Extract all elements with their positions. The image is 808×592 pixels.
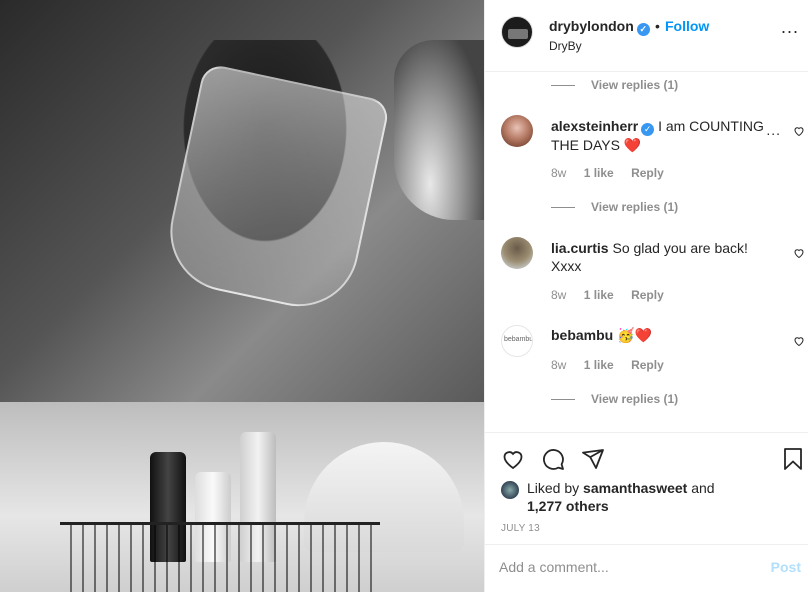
verified-icon: ✓ bbox=[636, 23, 650, 36]
comment-time[interactable]: 8w bbox=[551, 166, 566, 180]
liked-user-link[interactable]: samanthasweet bbox=[583, 480, 687, 496]
replies-line bbox=[551, 85, 575, 87]
heart-emoji: ❤️ bbox=[623, 137, 642, 153]
header-username[interactable]: drybylondon ✓ bbox=[549, 18, 650, 36]
liked-by: Liked by samanthasweet and 1,277 others bbox=[501, 479, 741, 515]
post-header: drybylondon ✓ • Follow DryBy ... bbox=[485, 0, 808, 72]
verified-icon: ✓ bbox=[641, 123, 655, 136]
comment-likes[interactable]: 1 like bbox=[584, 358, 614, 372]
comment-time[interactable]: 8w bbox=[551, 358, 566, 372]
comment-time[interactable]: 8w bbox=[551, 288, 566, 302]
reply-button[interactable]: Reply bbox=[631, 358, 664, 372]
avatar[interactable]: bebambu bbox=[501, 325, 533, 357]
comment-username[interactable]: bebambu bbox=[551, 327, 613, 343]
heart-icon[interactable] bbox=[793, 335, 805, 347]
emoji-text: 🥳❤️ bbox=[617, 327, 652, 343]
view-replies-label: View replies (1) bbox=[591, 78, 679, 92]
comment-input[interactable] bbox=[499, 559, 759, 575]
post-button[interactable]: Post bbox=[771, 559, 801, 575]
avatar[interactable] bbox=[501, 115, 533, 147]
follow-button[interactable]: Follow bbox=[665, 18, 709, 34]
view-replies-button[interactable]: View replies (1) bbox=[551, 200, 678, 214]
comment-likes[interactable]: 1 like bbox=[584, 166, 614, 180]
reply-button[interactable]: Reply bbox=[631, 166, 664, 180]
header-subtitle[interactable]: DryBy bbox=[549, 39, 582, 53]
post-photo[interactable] bbox=[0, 0, 484, 592]
view-replies-button[interactable]: View replies (1) bbox=[551, 78, 678, 92]
comment-meta: 8w 1 like Reply bbox=[551, 358, 678, 372]
liked-others-link[interactable]: 1,277 others bbox=[527, 498, 609, 514]
comments-list: View replies (1) alexsteinherr ✓ I am COU… bbox=[485, 72, 808, 432]
comment-username[interactable]: alexsteinherr bbox=[551, 118, 638, 134]
heart-icon[interactable] bbox=[793, 125, 805, 137]
view-replies-label: View replies (1) bbox=[591, 392, 679, 406]
avatar[interactable] bbox=[501, 237, 533, 269]
comment-meta: 8w 1 like Reply bbox=[551, 166, 678, 180]
comment-more-icon[interactable]: ... bbox=[766, 122, 781, 138]
comment-username[interactable]: lia.curtis bbox=[551, 240, 609, 256]
post-sidebar: drybylondon ✓ • Follow DryBy ... View rep… bbox=[484, 0, 808, 592]
view-replies-button[interactable]: View replies (1) bbox=[551, 392, 678, 406]
comment-likes[interactable]: 1 like bbox=[584, 288, 614, 302]
heart-icon[interactable] bbox=[501, 447, 525, 471]
bookmark-icon[interactable] bbox=[781, 447, 805, 471]
post-date[interactable]: JULY 13 bbox=[501, 523, 540, 534]
photo-lamp bbox=[394, 40, 484, 220]
comment-icon[interactable] bbox=[541, 447, 565, 471]
username-text[interactable]: drybylondon bbox=[549, 18, 634, 34]
photo-basket bbox=[60, 522, 380, 592]
liked-by-avatar[interactable] bbox=[501, 481, 519, 499]
separator-dot: • bbox=[655, 18, 660, 34]
share-icon[interactable] bbox=[581, 447, 605, 471]
comment-text: alexsteinherr ✓ I am COUNTING THE DAYS ❤️ bbox=[551, 117, 769, 154]
comment-meta: 8w 1 like Reply bbox=[551, 288, 678, 302]
more-icon[interactable]: ... bbox=[781, 18, 799, 36]
liked-and: and bbox=[691, 480, 715, 496]
add-comment-bar: Post bbox=[485, 544, 808, 592]
comment-text: bebambu 🥳❤️ bbox=[551, 326, 769, 344]
replies-line bbox=[551, 399, 575, 401]
heart-icon[interactable] bbox=[793, 247, 805, 259]
comment-text: lia.curtis So glad you are back! Xxxx bbox=[551, 239, 769, 275]
avatar-logo-text: bebambu bbox=[504, 336, 533, 343]
liked-prefix: Liked by bbox=[527, 480, 580, 496]
avatar[interactable] bbox=[501, 16, 533, 48]
view-replies-label: View replies (1) bbox=[591, 200, 679, 214]
action-bar: Liked by samanthasweet and 1,277 others … bbox=[485, 432, 808, 544]
reply-button[interactable]: Reply bbox=[631, 288, 664, 302]
replies-line bbox=[551, 207, 575, 209]
